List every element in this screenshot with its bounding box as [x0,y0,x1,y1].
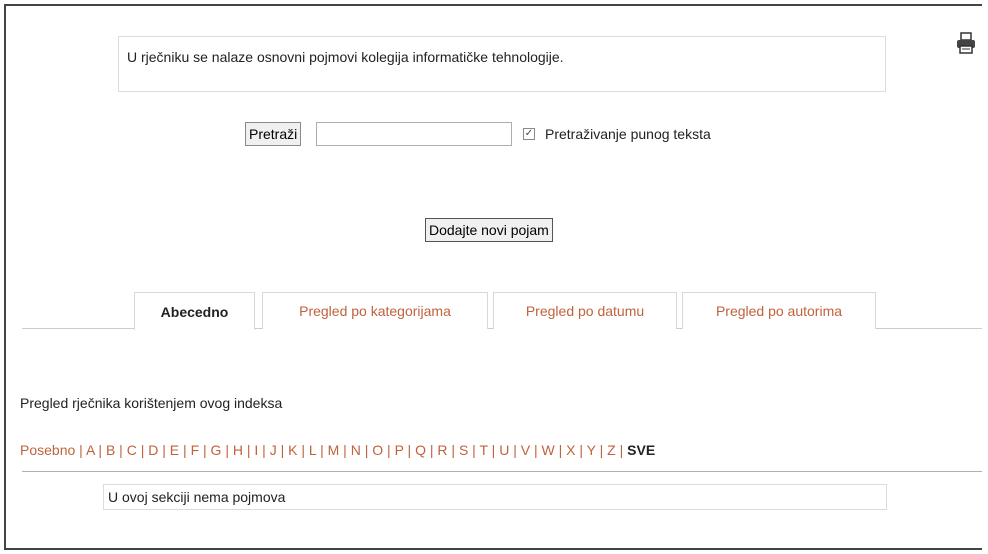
letter-separator: | [425,442,438,458]
fulltext-search-label: Pretraživanje punog teksta [545,126,711,142]
letter-separator: | [158,442,170,458]
letter-separator: | [575,442,587,458]
letter-separator: | [136,442,149,458]
letter-separator: | [487,442,500,458]
tab-alphabetical[interactable]: Abecedno [134,292,255,330]
letter-link[interactable]: Y [587,442,596,458]
letter-link[interactable]: R [437,442,447,458]
letter-separator: | [297,442,309,458]
letter-separator: | [554,442,567,458]
letter-link[interactable]: M [328,442,340,458]
letter-index: Posebno | A | B | C | D | E | F | G | H … [20,442,655,458]
letter-separator: | [403,442,416,458]
glossary-intro-box: U rječniku se nalaze osnovni pojmovi kol… [118,36,886,92]
letter-separator: | [316,442,328,458]
letter-separator: | [447,442,459,458]
index-caption: Pregled rječnika korištenjem ovog indeks… [20,395,283,411]
letter-separator: | [242,442,255,458]
letter-link[interactable]: P [395,442,404,458]
letter-link[interactable]: D [148,442,158,458]
letter-separator: | [383,442,395,458]
letter-link[interactable]: A [86,442,95,458]
letter-separator: | [530,442,542,458]
letter-link[interactable]: O [372,442,383,458]
letter-link[interactable]: N [351,442,361,458]
letter-link[interactable]: G [211,442,222,458]
letter-separator: | [75,442,86,458]
letter-link[interactable]: B [106,442,115,458]
letter-separator: | [360,442,373,458]
tab-by-author[interactable]: Pregled po autorima [682,292,876,329]
letter-current-all: SVE [627,442,656,458]
letter-separator: | [179,442,191,458]
letter-separator: | [94,442,106,458]
letter-separator: | [258,442,270,458]
letter-link[interactable]: J [270,442,277,458]
letter-separator: | [199,442,211,458]
glossary-intro-text: U rječniku se nalaze osnovni pojmovi kol… [127,49,564,65]
empty-section-box: U ovoj sekciji nema pojmova [103,484,887,510]
letter-link[interactable]: Q [415,442,426,458]
letter-separator: | [468,442,480,458]
letter-link[interactable]: H [233,442,243,458]
letter-link[interactable]: C [127,442,137,458]
search-input[interactable] [316,122,512,146]
tab-label: Pregled po kategorijama [299,303,451,319]
letter-link[interactable]: S [459,442,468,458]
letter-separator: | [221,442,233,458]
letter-link[interactable]: V [521,442,530,458]
tab-by-category[interactable]: Pregled po kategorijama [262,292,488,329]
letter-separator: | [595,442,608,458]
search-button[interactable]: Pretraži [245,122,302,146]
letter-separator: | [339,442,351,458]
tab-label: Abecedno [160,303,229,320]
letter-separator: | [115,442,127,458]
letter-link[interactable]: Posebno [20,442,75,458]
letter-index-divider [22,471,982,472]
printer-icon[interactable] [955,32,977,54]
letter-link[interactable]: F [191,442,200,458]
add-new-term-button[interactable]: Dodajte novi pojam [425,218,553,242]
letter-link[interactable]: T [479,442,487,458]
letter-link[interactable]: E [170,442,179,458]
empty-section-message: U ovoj sekciji nema pojmova [108,489,286,505]
letter-link[interactable]: Z [607,442,616,458]
letter-separator: | [276,442,289,458]
letter-separator: | [615,442,628,458]
tab-label: Pregled po datumu [525,303,645,319]
letter-separator: | [509,442,521,458]
letter-link[interactable]: W [542,442,555,458]
tab-label: Pregled po autorima [715,303,843,319]
letter-link[interactable]: U [499,442,509,458]
fulltext-search-checkbox[interactable]: ✓ [523,128,535,140]
tab-by-date[interactable]: Pregled po datumu [493,292,677,329]
